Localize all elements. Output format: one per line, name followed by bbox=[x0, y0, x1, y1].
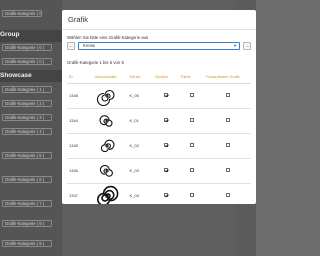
row-id: 1346 bbox=[67, 158, 93, 184]
table-row[interactable]: 1347 K_04 bbox=[67, 183, 251, 204]
row-id: 1347 bbox=[67, 183, 93, 204]
color-checkbox[interactable] bbox=[189, 168, 194, 172]
row-key: K_03 bbox=[127, 158, 154, 184]
row-flowchart-cell bbox=[204, 158, 251, 184]
background-item: Grafik-Kategorie ( 4 ) bbox=[2, 128, 52, 135]
row-symbol-cell bbox=[153, 183, 179, 204]
color-checkbox[interactable] bbox=[189, 118, 194, 122]
table-row[interactable]: 1348 K_05 bbox=[67, 83, 251, 109]
background-item: Grafik-Kategorie ( 2 ) bbox=[2, 100, 52, 107]
symbol-checkbox[interactable] bbox=[163, 118, 168, 122]
flowchart-checkbox[interactable] bbox=[225, 193, 230, 197]
symbol-checkbox[interactable] bbox=[163, 93, 168, 97]
row-preview bbox=[92, 108, 128, 134]
spiral-icon bbox=[99, 114, 113, 127]
row-flowchart-cell bbox=[204, 133, 251, 159]
row-symbol-cell bbox=[153, 158, 179, 184]
background-item: Grafik-Kategorie ( 6 ) bbox=[2, 176, 52, 183]
column-header-id[interactable]: ID bbox=[67, 71, 93, 84]
background-item: Grafik-Kategorie ( 3 ) bbox=[2, 114, 52, 121]
background-item: Grafik-Kategorie ( 0 ) bbox=[2, 10, 42, 17]
flowchart-checkbox[interactable] bbox=[225, 168, 230, 172]
spiral-icon bbox=[96, 89, 115, 106]
background-item: Grafik-Kategorie ( 5 ) bbox=[2, 152, 52, 159]
row-key: K_05 bbox=[127, 83, 154, 109]
symbol-checkbox[interactable] bbox=[163, 193, 168, 197]
flowchart-checkbox[interactable] bbox=[225, 93, 230, 97]
row-symbol-cell bbox=[153, 133, 179, 159]
background-item: Grafik-Kategorie ( 7 ) bbox=[2, 200, 52, 207]
background-item: Grafik-Kategorie ( 0 ) bbox=[2, 58, 52, 65]
column-header-color[interactable]: Farbe bbox=[178, 71, 205, 84]
category-select-row: ← Kreise ▼ → bbox=[67, 42, 251, 50]
chevron-down-icon: ▼ bbox=[233, 43, 237, 48]
row-color-cell bbox=[178, 183, 205, 204]
column-header-key[interactable]: Kürzel bbox=[127, 71, 154, 84]
table-row[interactable]: 1344 K_01 bbox=[67, 108, 251, 134]
row-color-cell bbox=[178, 133, 205, 159]
column-header-preview[interactable]: Vorschaubild bbox=[92, 71, 128, 84]
table-row[interactable]: 1346 K_03 bbox=[67, 158, 251, 184]
row-preview bbox=[92, 158, 128, 184]
row-key: K_01 bbox=[127, 108, 154, 134]
row-symbol-cell bbox=[153, 108, 179, 134]
row-id: 1348 bbox=[67, 83, 93, 109]
grafik-modal: Grafik Wählen Sie bitte eine Grafik-Kate… bbox=[62, 10, 256, 204]
previous-category-button[interactable]: ← bbox=[67, 42, 75, 50]
background-item: Grafik-Kategorie ( 0 ) bbox=[2, 44, 52, 51]
category-select[interactable]: Kreise ▼ bbox=[78, 42, 240, 50]
symbol-checkbox[interactable] bbox=[163, 143, 168, 147]
spiral-icon bbox=[96, 185, 118, 204]
background-item: Grafik-Kategorie ( 1 ) bbox=[2, 86, 52, 93]
modal-body: Wählen Sie bitte eine Grafik-Kategorie a… bbox=[62, 30, 256, 204]
row-flowchart-cell bbox=[204, 83, 251, 109]
row-symbol-cell bbox=[153, 83, 179, 109]
modal-header: Grafik bbox=[62, 10, 256, 30]
row-color-cell bbox=[178, 83, 205, 109]
symbol-checkbox[interactable] bbox=[163, 168, 168, 172]
row-preview bbox=[92, 83, 128, 109]
next-category-button[interactable]: → bbox=[243, 42, 251, 50]
background-item: Grafik-Kategorie ( 9 ) bbox=[2, 240, 52, 247]
background-item: Grafik-Kategorie ( 8 ) bbox=[2, 220, 52, 227]
category-prompt: Wählen Sie bitte eine Grafik-Kategorie a… bbox=[67, 35, 149, 40]
column-header-flowchart[interactable]: Flussrahmen Grafik bbox=[204, 71, 251, 84]
column-header-symbol[interactable]: Symbol bbox=[153, 71, 179, 84]
spiral-icon bbox=[99, 164, 113, 177]
category-select-value: Kreise bbox=[83, 43, 96, 48]
color-checkbox[interactable] bbox=[189, 193, 194, 197]
row-flowchart-cell bbox=[204, 183, 251, 204]
row-color-cell bbox=[178, 158, 205, 184]
table-row[interactable]: 1345 K_02 bbox=[67, 133, 251, 159]
table-header-row: ID Vorschaubild Kürzel Symbol Farbe Flus… bbox=[67, 71, 251, 84]
row-preview bbox=[92, 133, 128, 159]
row-preview bbox=[92, 183, 128, 204]
spiral-icon bbox=[100, 139, 115, 152]
row-color-cell bbox=[178, 108, 205, 134]
graphics-table: ID Vorschaubild Kürzel Symbol Farbe Flus… bbox=[67, 71, 251, 204]
background-heading-group: Group bbox=[0, 31, 20, 38]
flowchart-checkbox[interactable] bbox=[225, 118, 230, 122]
row-id: 1345 bbox=[67, 133, 93, 159]
row-key: K_04 bbox=[127, 183, 154, 204]
background-heading-showcase: Showcase bbox=[0, 72, 32, 79]
flowchart-checkbox[interactable] bbox=[225, 143, 230, 147]
row-flowchart-cell bbox=[204, 108, 251, 134]
result-count: Grafik-Kategorie 1 bis 5 von 5 bbox=[67, 60, 124, 65]
row-key: K_02 bbox=[127, 133, 154, 159]
modal-title: Grafik bbox=[68, 15, 89, 24]
color-checkbox[interactable] bbox=[189, 93, 194, 97]
color-checkbox[interactable] bbox=[189, 143, 194, 147]
row-id: 1344 bbox=[67, 108, 93, 134]
